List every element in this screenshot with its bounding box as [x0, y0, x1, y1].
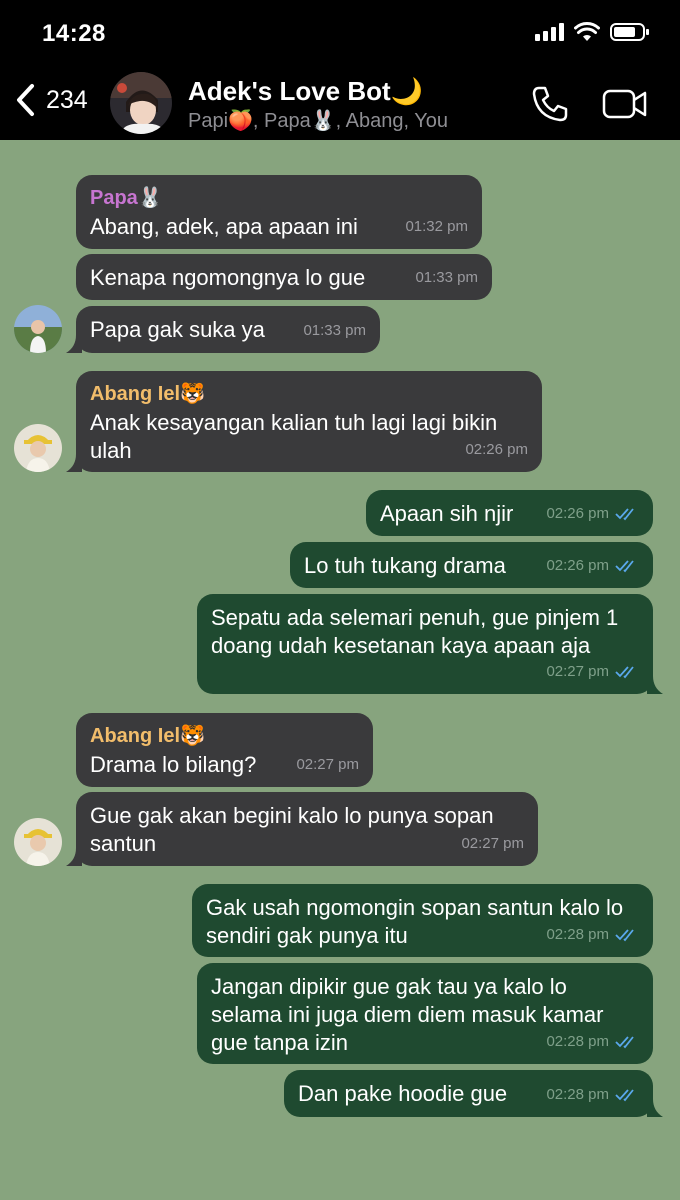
message-time: 02:28 pm [546, 1033, 609, 1050]
unread-count: 234 [46, 85, 88, 114]
bubble-tail [66, 335, 82, 353]
message-bubble[interactable]: Apaan sih njir 02:26 pm [366, 490, 653, 536]
message-time: 01:32 pm [405, 218, 468, 235]
chat-header: 234 Adek's Love Bot🌙 Papi🍑, Papa🐰, Abang… [0, 66, 680, 140]
read-receipt-icon [615, 1036, 634, 1049]
bubble-tail [66, 454, 82, 472]
message-bubble[interactable]: Gue gak akan begini kalo lo punya sopan … [66, 792, 538, 866]
read-receipt-icon [615, 560, 634, 573]
message-meta: 02:27 pm [296, 751, 359, 779]
message-bubble[interactable]: Papa🐰 Abang, adek, apa apaan ini 01:32 p… [76, 175, 482, 249]
message-time: 02:26 pm [465, 441, 528, 458]
group-avatar[interactable] [110, 72, 172, 134]
message-time: 02:26 pm [546, 557, 609, 574]
bubble-tail [66, 848, 82, 866]
video-call-button[interactable] [602, 88, 648, 125]
message-bubble[interactable]: Sepatu ada selemari penuh, gue pinjem 1 … [197, 594, 663, 694]
message-bubble[interactable]: Jangan dipikir gue gak tau ya kalo lo se… [197, 963, 653, 1064]
message-meta: 02:26 pm [546, 500, 639, 528]
battery-icon [610, 23, 649, 41]
message-time: 01:33 pm [303, 322, 366, 339]
bubble-tail [647, 676, 663, 694]
voice-call-button[interactable] [530, 84, 570, 129]
sender-name: Papa🐰 [90, 187, 163, 209]
phone-icon [532, 86, 568, 122]
message-time: 02:27 pm [546, 663, 609, 680]
message-time: 02:28 pm [546, 926, 609, 943]
chevron-left-icon [17, 84, 34, 116]
status-icons [535, 22, 650, 42]
read-receipt-icon [615, 508, 634, 521]
status-time: 14:28 [42, 20, 106, 47]
message-bubble[interactable]: Abang Iel🐯 Anak kesayangan kalian tuh la… [66, 371, 542, 472]
message-text: Sepatu ada selemari penuh, gue pinjem 1 … [211, 605, 619, 658]
message-meta: 02:28 pm [546, 1081, 639, 1109]
avatar-abang[interactable] [14, 424, 62, 472]
message-meta: 01:32 pm [405, 213, 468, 241]
status-bar: 14:28 [0, 0, 680, 66]
message-text: Gue gak akan begini kalo lo punya sopan … [90, 803, 494, 856]
back-button[interactable]: 234 [14, 82, 88, 118]
message-meta: 01:33 pm [303, 317, 366, 345]
video-camera-icon [602, 89, 647, 119]
message-time: 02:28 pm [546, 1086, 609, 1103]
message-time: 02:27 pm [461, 835, 524, 852]
message-time: 01:33 pm [415, 269, 478, 286]
sender-name: Abang Iel🐯 [90, 725, 205, 747]
avatar-papa[interactable] [14, 305, 62, 353]
wifi-icon [574, 22, 600, 41]
cellular-signal-icon [535, 23, 564, 41]
bubble-tail [647, 1099, 663, 1117]
read-receipt-icon [615, 929, 634, 942]
message-meta: 02:28 pm [546, 1028, 639, 1056]
message-meta: 02:26 pm [465, 436, 528, 464]
read-receipt-icon [615, 666, 634, 679]
sender-name: Abang Iel🐯 [90, 383, 205, 405]
message-meta: 02:28 pm [546, 921, 639, 949]
message-bubble[interactable]: Kenapa ngomongnya lo gue 01:33 pm [76, 254, 492, 300]
chat-members: Papi🍑, Papa🐰, Abang, You [188, 110, 448, 132]
message-bubble[interactable]: Lo tuh tukang drama 02:26 pm [290, 542, 653, 588]
message-meta: 02:26 pm [546, 552, 639, 580]
avatar-abang[interactable] [14, 818, 62, 866]
message-meta: 02:27 pm [461, 830, 524, 858]
message-meta: 01:33 pm [415, 264, 478, 292]
message-time: 02:27 pm [296, 756, 359, 773]
chat-title[interactable]: Adek's Love Bot🌙 [188, 76, 423, 107]
message-text: Anak kesayangan kalian tuh lagi lagi bik… [90, 410, 498, 463]
message-bubble[interactable]: Abang Iel🐯 Drama lo bilang? 02:27 pm [76, 713, 373, 787]
message-time: 02:26 pm [546, 505, 609, 522]
message-bubble[interactable]: Gak usah ngomongin sopan santun kalo lo … [192, 884, 653, 957]
message-bubble[interactable]: Dan pake hoodie gue 02:28 pm [284, 1070, 663, 1117]
message-bubble[interactable]: Papa gak suka ya 01:33 pm [66, 306, 380, 353]
read-receipt-icon [615, 1089, 634, 1102]
message-meta: 02:27 pm [546, 658, 639, 686]
